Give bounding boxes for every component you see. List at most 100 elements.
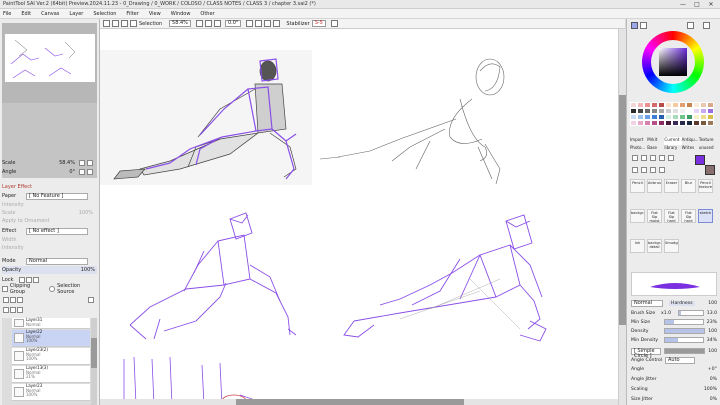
menu-canvas[interactable]: Canvas xyxy=(41,11,59,17)
brush-tool-3[interactable]: Blur xyxy=(681,179,696,193)
color-wheel[interactable] xyxy=(642,31,704,93)
color-swatch[interactable] xyxy=(665,120,672,126)
color-swatch[interactable] xyxy=(686,120,693,126)
rotate-left-icon[interactable] xyxy=(246,20,254,27)
pen-settings-icon[interactable] xyxy=(330,20,338,27)
new-linework-icon[interactable] xyxy=(10,297,16,303)
stabilizer-field[interactable]: S-5 xyxy=(311,20,326,27)
min-size-slider[interactable] xyxy=(664,319,704,325)
secondary-color-swatch[interactable] xyxy=(705,165,715,175)
brush-tool-10[interactable]: Ink xyxy=(630,239,645,253)
hardness-value[interactable]: 100 xyxy=(708,301,717,306)
canvas[interactable] xyxy=(100,29,618,405)
zoom-in-icon[interactable] xyxy=(204,20,212,27)
shape-tool-icon[interactable] xyxy=(650,167,656,173)
density-slider[interactable] xyxy=(664,328,706,334)
color-swatch[interactable] xyxy=(679,120,686,126)
menu-other[interactable]: Other xyxy=(200,11,214,17)
canvas-vscroll-thumb[interactable] xyxy=(619,95,626,325)
tab-library[interactable]: library xyxy=(664,145,681,153)
brush-tool-5[interactable]: backgr... xyxy=(630,209,645,223)
brush-shape-value[interactable]: 100 xyxy=(708,349,717,354)
new-folder-icon[interactable] xyxy=(17,297,23,303)
tab-base[interactable]: Base xyxy=(647,145,664,153)
new-layer-icon[interactable] xyxy=(3,297,9,303)
brush-tool-8[interactable]: Flat Sip hard xyxy=(681,209,696,223)
color-swatch[interactable] xyxy=(707,120,714,126)
lasso-tool-icon[interactable] xyxy=(632,167,638,173)
blend-mode-select[interactable]: Normal xyxy=(26,257,88,265)
color-swatch[interactable] xyxy=(693,120,700,126)
apply-ornament-label[interactable]: Apply to Ornament xyxy=(2,218,50,224)
brush-tool-1[interactable]: Airbrush xyxy=(647,179,662,193)
canvas-hscroll-thumb[interactable] xyxy=(236,399,464,405)
layer-item-selected[interactable]: Layer22 Normal 100% xyxy=(12,329,90,347)
layer-scroll-thumb[interactable] xyxy=(91,338,97,368)
zoom-tool-icon[interactable] xyxy=(641,155,647,161)
tab-texture[interactable]: Texture xyxy=(699,137,716,145)
brush-tool-11[interactable]: backgr... detail xyxy=(647,239,662,253)
menu-file[interactable]: File xyxy=(3,11,11,17)
tab-writes[interactable]: Writes xyxy=(682,145,699,153)
layer-item[interactable]: Layer13(3) Normal 21% xyxy=(12,365,90,383)
color-swatches[interactable] xyxy=(630,102,715,126)
color-swatch[interactable] xyxy=(637,120,644,126)
transfer-icon[interactable] xyxy=(17,307,23,313)
angle-value-right[interactable]: +0° xyxy=(708,367,717,372)
redo-icon[interactable] xyxy=(112,20,119,27)
layer-item[interactable]: Layer23 Normal 100% xyxy=(12,383,90,401)
color-swatch[interactable] xyxy=(658,120,665,126)
selection-toggle-icon[interactable] xyxy=(130,20,137,27)
scale-plus-icon[interactable] xyxy=(87,160,93,166)
clear-layer-icon[interactable] xyxy=(10,307,16,313)
rotate-tool-icon[interactable] xyxy=(650,155,656,161)
color-swatch[interactable] xyxy=(700,120,707,126)
paper-select[interactable]: [ No Feature ] xyxy=(26,192,88,200)
primary-color-swatch[interactable] xyxy=(695,155,705,165)
color-swatch[interactable] xyxy=(644,120,651,126)
delete-layer-icon[interactable] xyxy=(88,297,94,303)
angle-control-select[interactable]: Auto xyxy=(665,356,695,364)
merge-down-icon[interactable] xyxy=(3,307,9,313)
menu-selection[interactable]: Selection xyxy=(93,11,116,17)
minimize-button[interactable]: — xyxy=(676,0,690,9)
magic-wand-icon[interactable] xyxy=(641,167,647,173)
tab-unused[interactable]: unused xyxy=(699,145,716,153)
color-panel-option-icon[interactable] xyxy=(687,22,694,29)
brush-tool-0[interactable]: Pencil xyxy=(630,179,645,193)
brush-tool-6[interactable]: Flat Sip moist xyxy=(647,209,662,223)
color-wheel-mode-icon[interactable] xyxy=(631,22,638,29)
layer-effect-header[interactable]: Layer Effect xyxy=(2,183,97,191)
menu-view[interactable]: View xyxy=(149,11,161,17)
layer-scrollbar[interactable] xyxy=(91,318,97,405)
brush-tool-9[interactable]: sketch xyxy=(698,209,713,223)
opacity-value[interactable]: 100% xyxy=(81,267,95,273)
rotate-reset-icon[interactable] xyxy=(264,20,272,27)
color-swatch[interactable] xyxy=(651,120,658,126)
brush-tool-7[interactable]: Flat Sip hard xyxy=(664,209,679,223)
brush-mode-select[interactable]: Normal xyxy=(631,299,663,307)
brush-tool-4[interactable]: Pencil texture xyxy=(698,179,713,193)
size-jitter-value[interactable]: 0% xyxy=(710,397,717,402)
menu-layer[interactable]: Layer xyxy=(69,11,83,17)
scale-minus-icon[interactable] xyxy=(79,160,85,166)
brush-tool-12[interactable]: Smudge xyxy=(664,239,679,253)
color-sv-square[interactable] xyxy=(659,48,687,76)
selection-source-checkbox[interactable] xyxy=(49,286,56,292)
menu-edit[interactable]: Edit xyxy=(21,11,31,17)
hand-tool-icon[interactable] xyxy=(659,155,665,161)
angle-jitter-value[interactable]: 0% xyxy=(710,377,717,382)
tab-current[interactable]: Current xyxy=(664,137,682,145)
close-button[interactable]: ✕ xyxy=(704,0,718,9)
flip-icon[interactable] xyxy=(273,20,281,27)
maximize-button[interactable]: □ xyxy=(690,0,704,9)
rotate-right-icon[interactable] xyxy=(255,20,263,27)
color-swatch[interactable] xyxy=(630,120,637,126)
zoom-field[interactable]: 58.4% xyxy=(169,20,191,27)
zoom-reset-icon[interactable] xyxy=(213,20,221,27)
tab-antique[interactable]: Antiqu... xyxy=(682,137,699,145)
tab-import[interactable]: Import xyxy=(630,137,647,145)
tab-mrkit[interactable]: Mrkit xyxy=(647,137,664,145)
eyedropper-icon[interactable] xyxy=(668,155,674,161)
brush-shape-select[interactable]: [ Simple Circle ] xyxy=(631,347,661,358)
